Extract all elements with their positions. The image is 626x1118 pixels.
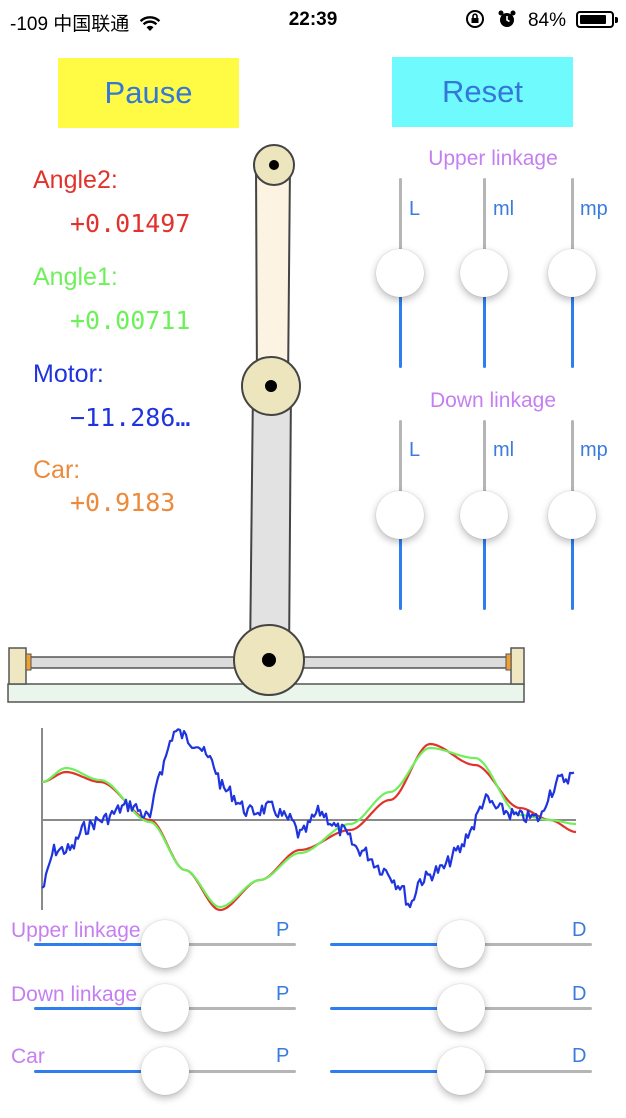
status-icons: 84% xyxy=(465,9,566,32)
angle2-trace xyxy=(41,742,577,912)
upper-mp-label: mp xyxy=(580,198,608,220)
status-bar: -109 中国联通 22:39 84% xyxy=(0,0,626,40)
battery-percent: 84% xyxy=(527,10,566,31)
joint-top xyxy=(253,144,295,186)
angle1-trace xyxy=(41,746,577,909)
reset-button[interactable]: Reset xyxy=(392,57,573,127)
rotation-lock-icon xyxy=(466,10,485,28)
upper-linkage-title: Upper linkage xyxy=(428,147,558,170)
upper-l-label: L xyxy=(409,198,421,220)
pid-2-d-thumb[interactable] xyxy=(437,1047,485,1095)
pid-upper-title: Upper linkage xyxy=(11,919,141,942)
down-linkage-title: Down linkage xyxy=(429,389,557,412)
alarm-icon xyxy=(498,10,516,27)
pid-1-p-thumb[interactable] xyxy=(141,984,189,1032)
down-slider-ml-thumb[interactable] xyxy=(460,491,508,539)
pid-0-d-thumb[interactable] xyxy=(437,920,485,968)
down-l-label: L xyxy=(409,439,421,461)
pid-car-title: Car xyxy=(11,1045,45,1068)
battery-level xyxy=(580,15,606,24)
upper-slider-mp-thumb[interactable] xyxy=(548,249,596,297)
down-slider-mp-thumb[interactable] xyxy=(548,491,596,539)
upper-ml-label: ml xyxy=(493,198,515,220)
battery-icon xyxy=(576,11,618,28)
down-ml-label: ml xyxy=(493,439,515,461)
down-slider-L-thumb[interactable] xyxy=(376,491,424,539)
pendulum-cart-diagram xyxy=(7,144,525,703)
response-graph xyxy=(41,728,577,912)
joint-middle xyxy=(241,356,301,416)
lower-link xyxy=(248,385,293,660)
upper-slider-ml-thumb[interactable] xyxy=(460,249,508,297)
pid-car-p-label: P xyxy=(276,1045,290,1067)
upper-link xyxy=(254,162,292,390)
pid-down-p-label: P xyxy=(276,983,290,1005)
pid-upper-d-label: D xyxy=(572,919,587,941)
pid-2-p-thumb[interactable] xyxy=(141,1047,189,1095)
pid-1-d-thumb[interactable] xyxy=(437,984,485,1032)
motor-trace xyxy=(41,728,575,909)
pid-car-d-label: D xyxy=(572,1045,587,1067)
pause-button[interactable]: Pause xyxy=(58,58,239,128)
pid-down-d-label: D xyxy=(572,983,587,1005)
down-mp-label: mp xyxy=(580,439,608,461)
pid-upper-p-label: P xyxy=(276,919,290,941)
upper-slider-L-thumb[interactable] xyxy=(376,249,424,297)
pid-down-title: Down linkage xyxy=(11,983,138,1006)
joint-cart xyxy=(233,624,305,696)
pid-0-p-thumb[interactable] xyxy=(141,920,189,968)
